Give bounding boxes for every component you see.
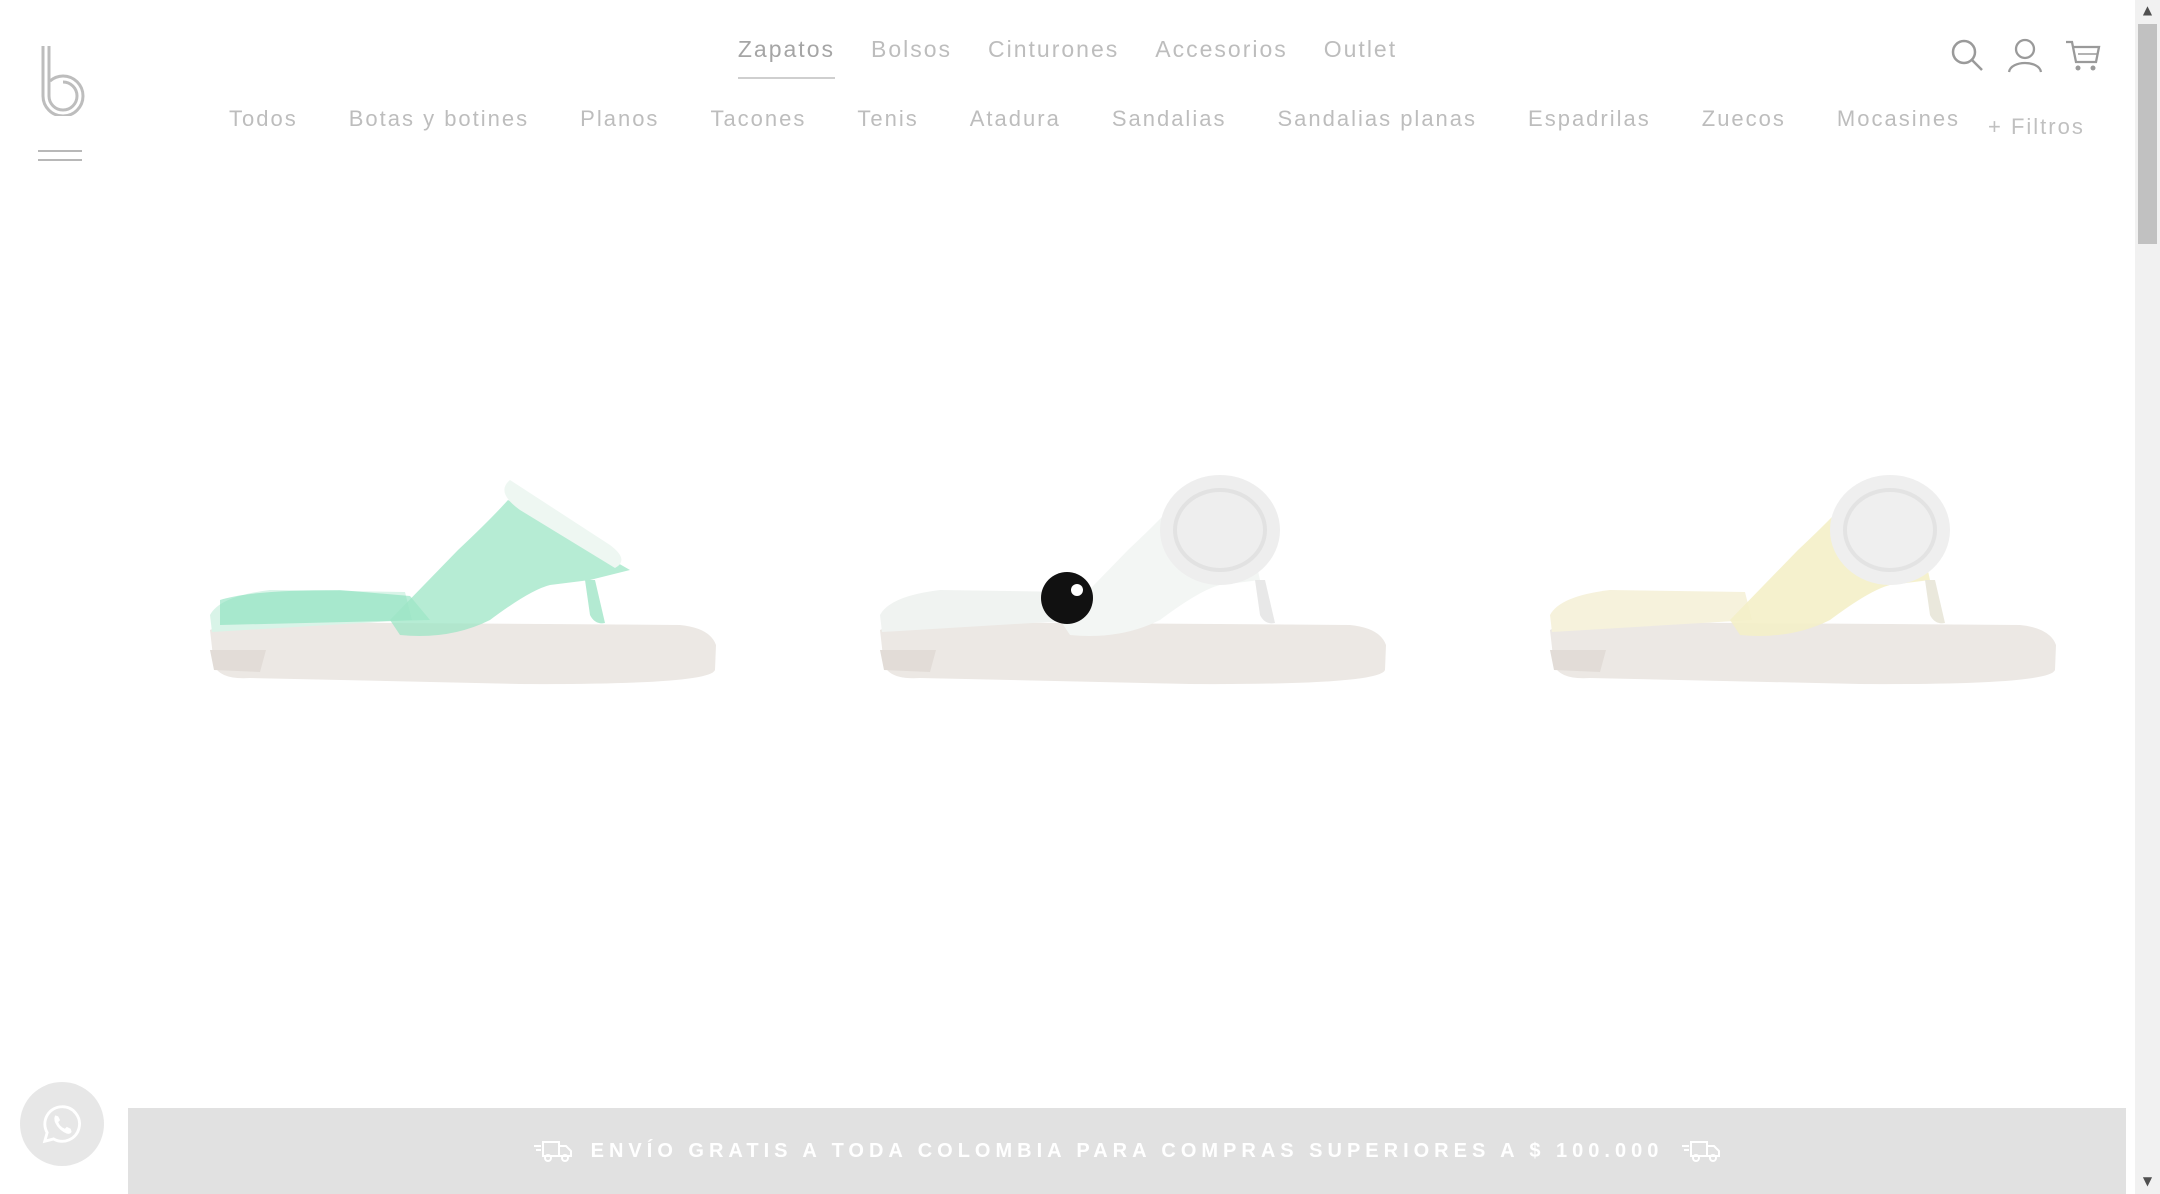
subnav-item-sandalias-planas[interactable]: Sandalias planas <box>1277 106 1477 132</box>
filters-button[interactable]: + Filtros <box>1988 114 2085 140</box>
cart-button[interactable] <box>2064 36 2102 74</box>
subnav-item-espadrilas[interactable]: Espadrilas <box>1528 106 1651 132</box>
account-button[interactable] <box>2006 36 2044 74</box>
nav-item-accesorios[interactable]: Accesorios <box>1155 36 1287 79</box>
top-navigation: Zapatos Bolsos Cinturones Accesorios Out… <box>0 36 2135 79</box>
whatsapp-icon <box>42 1105 81 1144</box>
hamburger-icon <box>38 150 82 152</box>
delivery-truck-icon <box>1682 1141 1721 1162</box>
subnav-item-tenis[interactable]: Tenis <box>857 106 918 132</box>
subnav-item-tacones[interactable]: Tacones <box>710 106 806 132</box>
subnav-item-botas[interactable]: Botas y botines <box>349 106 529 132</box>
delivery-truck-icon <box>533 1141 572 1162</box>
subnav-item-atadura[interactable]: Atadura <box>970 106 1061 132</box>
brand-b-logo-icon <box>41 46 85 118</box>
category-subnav: Todos Botas y botines Planos Tacones Ten… <box>229 106 1960 132</box>
sandal-image <box>210 480 716 685</box>
scrollbar-thumb[interactable] <box>2138 24 2157 244</box>
subnav-item-mocasines[interactable]: Mocasines <box>1837 106 1960 132</box>
cursor-dot <box>1041 572 1093 624</box>
cart-icon <box>2066 40 2101 71</box>
menu-button[interactable] <box>38 150 82 172</box>
subnav-item-zuecos[interactable]: Zuecos <box>1702 106 1786 132</box>
sandal-image <box>880 475 1386 685</box>
sandal-image <box>1550 475 2056 685</box>
whatsapp-button[interactable] <box>20 1082 104 1166</box>
product-card-white[interactable] <box>860 440 1400 710</box>
user-icon <box>2007 38 2043 73</box>
nav-item-outlet[interactable]: Outlet <box>1324 36 1397 79</box>
nav-item-bolsos[interactable]: Bolsos <box>871 36 952 79</box>
subnav-item-sandalias[interactable]: Sandalias <box>1112 106 1227 132</box>
hamburger-line <box>38 159 82 161</box>
brand-logo[interactable] <box>38 44 88 118</box>
header-icons <box>1948 36 2102 74</box>
scroll-down-arrow-icon[interactable]: ▼ <box>2139 1173 2156 1190</box>
subnav-item-planos[interactable]: Planos <box>580 106 659 132</box>
free-shipping-banner: ENVÍO GRATIS A TODA COLOMBIA PARA COMPRA… <box>128 1108 2126 1194</box>
product-card-cream[interactable] <box>1530 440 2070 710</box>
nav-item-zapatos[interactable]: Zapatos <box>737 36 835 79</box>
search-button[interactable] <box>1948 36 1986 74</box>
banner-text: ENVÍO GRATIS A TODA COLOMBIA PARA COMPRA… <box>590 1139 1664 1162</box>
scroll-up-arrow-icon[interactable]: ▲ <box>2139 2 2156 19</box>
product-card-green[interactable] <box>190 440 730 710</box>
nav-item-cinturones[interactable]: Cinturones <box>988 36 1119 79</box>
search-icon <box>1951 39 1983 71</box>
subnav-item-todos[interactable]: Todos <box>229 106 298 132</box>
